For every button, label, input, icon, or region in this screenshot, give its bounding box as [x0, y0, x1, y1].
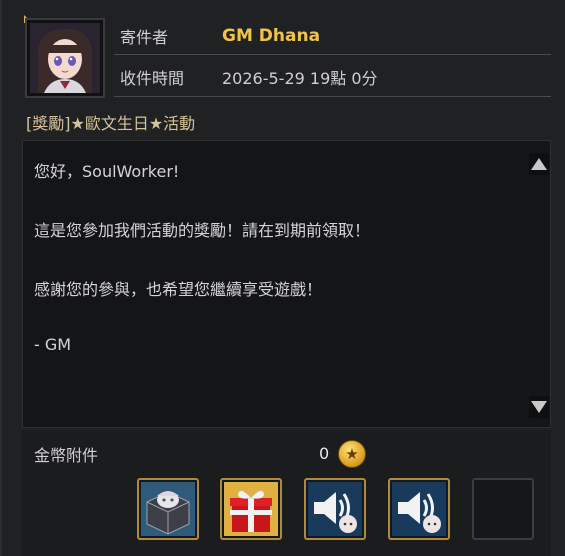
divider	[114, 96, 551, 97]
gold-coin-icon: ★	[338, 440, 366, 468]
body-line: - GM	[34, 335, 72, 354]
body-scrollbar[interactable]	[529, 153, 549, 418]
scroll-up-button[interactable]	[529, 153, 549, 175]
body-line: 這是您參加我們活動的獎勵！請在到期前領取！	[34, 221, 371, 240]
costume-box-icon	[141, 482, 195, 536]
arrow-down-icon	[531, 401, 547, 413]
received-time-row: 收件時間 2026-5-29 19點 0分	[120, 62, 378, 92]
sender-row: 寄件者 GM Dhana	[120, 21, 320, 51]
megaphone-icon	[308, 482, 362, 536]
divider	[114, 54, 551, 55]
gold-attachment-label: 金幣附件	[34, 446, 99, 465]
attachment-slot-3[interactable]	[304, 478, 366, 540]
body-line: 感謝您的參與，也希望您繼續享受遊戲！	[34, 280, 323, 299]
megaphone-icon	[392, 482, 446, 536]
received-time-label: 收件時間	[120, 69, 185, 88]
gold-amount: 0	[319, 444, 330, 463]
arrow-up-icon	[531, 158, 547, 170]
sender-name: GM Dhana	[222, 26, 321, 46]
mail-body[interactable]: 您好，SoulWorker! 這是您參加我們活動的獎勵！請在到期前領取！ 感謝您…	[22, 140, 551, 428]
attachment-slot-empty[interactable]	[472, 478, 534, 540]
avatar-portrait-icon	[30, 23, 100, 93]
sender-avatar	[25, 18, 105, 98]
gift-box-icon	[224, 482, 278, 536]
attachment-slot-1[interactable]	[137, 478, 199, 540]
mail-window: 寄件者 GM Dhana 收件時間 2026-5-29 19點 0分 [獎勵]★…	[0, 0, 565, 556]
body-line: 您好，SoulWorker!	[34, 162, 180, 181]
mail-subject: [獎勵]★歐文生日★活動	[26, 114, 196, 133]
attachment-slot-2[interactable]	[220, 478, 282, 540]
attachments-panel: 金幣附件 0 ★	[22, 430, 551, 556]
attachment-slot-4[interactable]	[388, 478, 450, 540]
sender-label: 寄件者	[120, 28, 169, 47]
received-time-value: 2026-5-29 19點 0分	[222, 69, 378, 88]
scroll-down-button[interactable]	[529, 396, 549, 418]
